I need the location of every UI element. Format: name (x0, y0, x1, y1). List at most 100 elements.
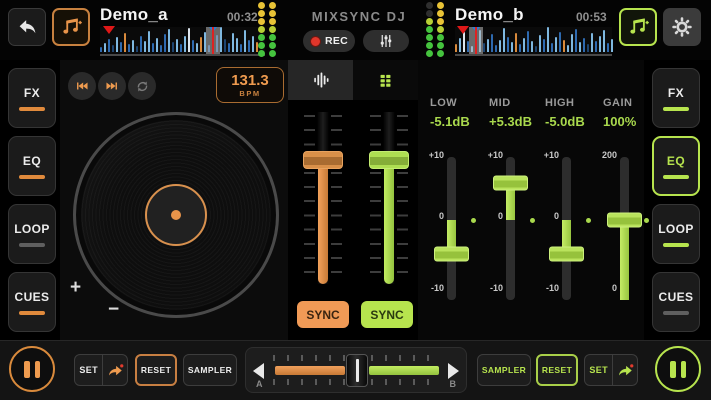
eq-low-handle[interactable] (434, 247, 469, 262)
deck-a-eq-button[interactable]: EQ (8, 136, 56, 196)
deck-b-fx-button[interactable]: FX (652, 68, 700, 128)
vu-led (269, 18, 276, 25)
repeat-icon (135, 79, 150, 94)
wave-bar (591, 33, 593, 52)
deck-b-eq-button[interactable]: EQ (652, 136, 700, 196)
vinyl-center-dot (171, 210, 181, 220)
record-button[interactable]: REC (303, 30, 355, 52)
vu-led (437, 26, 444, 33)
wave-bar (603, 30, 605, 52)
vu-column (269, 2, 276, 58)
deck-b-title: Demo_b (455, 5, 524, 25)
crossfader-handle[interactable] (346, 354, 368, 387)
vu-led (437, 42, 444, 49)
eq-mid-handle[interactable] (493, 175, 528, 190)
wave-bar (527, 31, 529, 52)
waveform-tab-icon (312, 71, 330, 89)
mixer-settings-button[interactable] (363, 30, 409, 52)
loop-indicator (663, 243, 689, 247)
wave-bar (128, 44, 130, 52)
crossfader-label-b: B (450, 379, 457, 389)
deck-a-playhead (206, 27, 220, 54)
wave-bar (180, 44, 182, 52)
deck-b-sampler-button[interactable]: SAMPLER (477, 354, 531, 386)
fader-stem (384, 160, 394, 284)
wave-bar (543, 39, 545, 52)
deck-a-fader-handle[interactable] (303, 151, 343, 169)
deck-a-track-library-button[interactable] (52, 8, 90, 46)
wave-bar (519, 44, 521, 52)
crossfader-arrow-left[interactable] (253, 363, 264, 379)
deck-b-volume-fader[interactable] (369, 112, 409, 284)
deck-a-pitch-minus-button[interactable]: − (108, 300, 119, 319)
wave-bar (579, 42, 581, 52)
vu-column (437, 2, 444, 58)
deck-a-waveform[interactable] (100, 27, 265, 56)
wave-bar (499, 40, 501, 52)
deck-b-vu-meter (426, 2, 444, 58)
deck-a-title: Demo_a (100, 5, 168, 25)
deck-b-waveform[interactable] (455, 27, 612, 56)
deck-a-reset-button[interactable]: RESET (135, 354, 177, 386)
wave-bar (168, 29, 170, 52)
wave-bar (511, 42, 513, 52)
deck-b-set-cue-group: SET (584, 354, 638, 386)
skip-next-icon (105, 79, 119, 93)
deck-a-jog-wheel[interactable] (73, 112, 279, 318)
settings-button[interactable] (663, 8, 701, 46)
deck-b-loop-button[interactable]: LOOP (652, 204, 700, 264)
wave-bar (164, 34, 166, 52)
crossfader-label-a: A (256, 379, 263, 389)
deck-a-cues-button[interactable]: CUES (8, 272, 56, 332)
deck-a-sync-button[interactable]: SYNC (297, 301, 349, 328)
deck-a-play-pause-button[interactable] (9, 346, 55, 392)
loop-indicator (19, 243, 45, 247)
eq-high-handle[interactable] (549, 247, 584, 262)
deck-a-cue-marker (103, 26, 115, 34)
eq-gain-slider[interactable] (591, 157, 659, 300)
deck-a-bpm-display[interactable]: 131.3 BPM (216, 67, 284, 103)
crossfader-track[interactable] (273, 366, 441, 375)
deck-a-loop-button[interactable]: LOOP (8, 204, 56, 264)
bpm-value: 131.3 (231, 73, 269, 88)
tab-sampler-pads-view[interactable] (353, 60, 418, 100)
wave-bar (228, 43, 230, 52)
deck-a-skip-back-button[interactable] (68, 72, 96, 100)
deck-a-pitch-plus-button[interactable]: + (70, 278, 81, 297)
wave-bar (124, 33, 126, 52)
vu-led (269, 50, 276, 57)
deck-b-play-pause-button[interactable] (655, 346, 701, 392)
wave-bar (136, 46, 138, 52)
eq-band-label: MID (489, 97, 511, 109)
vu-column (426, 2, 433, 58)
deck-a-skip-forward-button[interactable] (98, 72, 126, 100)
deck-b-sync-button[interactable]: SYNC (361, 301, 413, 328)
back-button[interactable] (8, 8, 46, 46)
deck-b-cues-button[interactable]: CUES (652, 272, 700, 332)
crossfader-arrow-right[interactable] (448, 363, 459, 379)
deck-a-jump-button[interactable] (103, 355, 127, 385)
wave-bar (483, 43, 485, 52)
deck-a-fx-button[interactable]: FX (8, 68, 56, 128)
deck-b-set-button[interactable]: SET (585, 355, 613, 385)
deck-a-repeat-button[interactable] (128, 72, 156, 100)
eq-band-value: -5.1dB (430, 114, 470, 129)
deck-b-track-library-button[interactable] (619, 8, 657, 46)
deck-a-volume-fader[interactable] (303, 112, 343, 284)
fader-ticks (331, 115, 342, 281)
deck-b-reset-button[interactable]: RESET (536, 354, 578, 386)
deck-b-fader-handle[interactable] (369, 151, 409, 169)
fx-label: FX (24, 86, 40, 100)
deck-a-sampler-button[interactable]: SAMPLER (183, 354, 237, 386)
wave-bar (172, 42, 174, 52)
vu-led (437, 50, 444, 57)
tab-mixer-view[interactable] (288, 60, 353, 100)
eq-gain-handle[interactable] (607, 212, 642, 227)
deck-b-jump-button[interactable] (613, 355, 637, 385)
eq-low-slider[interactable] (418, 157, 486, 300)
record-label: REC (325, 35, 348, 47)
deck-a-set-button[interactable]: SET (75, 355, 103, 385)
wave-bar (152, 43, 154, 52)
vu-led (426, 2, 433, 9)
top-bar: Demo_a 00:32 MIXSYNC DJ REC Demo_b 00:53 (0, 0, 711, 60)
